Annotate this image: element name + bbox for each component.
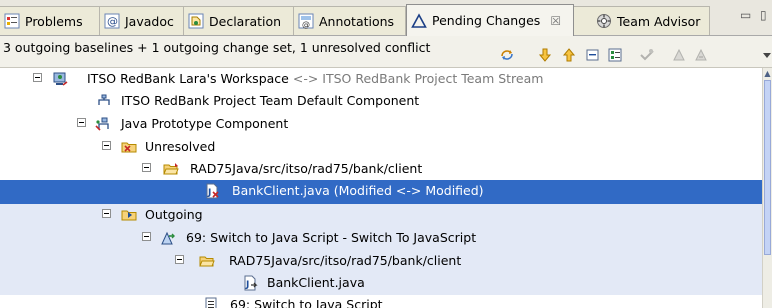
team-advisor-icon xyxy=(596,13,612,29)
deliver-icon xyxy=(673,48,685,61)
outgoing-label: Outgoing xyxy=(145,207,203,222)
collapse-all-icon xyxy=(586,49,599,61)
unresolved-folder-icon xyxy=(121,139,137,155)
resolve-button[interactable] xyxy=(692,46,710,64)
tab-problems[interactable]: Problems xyxy=(0,6,100,35)
change-set-icon xyxy=(160,230,176,246)
default-component-label: ITSO RedBank Project Team Default Compon… xyxy=(121,93,420,108)
unresolved-folder-path: RAD75Java/src/itso/rad75/bank/client xyxy=(190,161,423,176)
unresolved-label: Unresolved xyxy=(145,139,216,154)
collapse-down-icon xyxy=(538,48,552,62)
svg-text:@: @ xyxy=(302,20,310,29)
accept-icon xyxy=(640,49,654,61)
tree-row-outgoing-file[interactable]: J BankClient.java xyxy=(0,272,762,295)
tree-row-change-set[interactable]: 69: Switch to Java Script - Switch To Ja… xyxy=(0,227,762,250)
scrollbar-thumb[interactable] xyxy=(764,80,771,255)
outgoing-folder-path: RAD75Java/src/itso/rad75/bank/client xyxy=(229,253,462,268)
refresh-icon xyxy=(501,50,513,60)
expand-all-icon xyxy=(608,48,622,62)
tab-label: Pending Changes xyxy=(432,13,541,28)
maximize-view-button[interactable]: ▯ xyxy=(760,8,767,22)
svg-text:@: @ xyxy=(107,15,118,28)
tree-row-workspace[interactable]: ITSO RedBank Lara's Workspace <-> ITSO R… xyxy=(0,68,762,91)
minimize-view-button[interactable]: ▭ xyxy=(740,8,751,22)
outgoing-folder-icon xyxy=(121,207,137,223)
next-change-button[interactable] xyxy=(536,46,554,64)
annotations-icon: @ xyxy=(298,13,314,29)
workspace-icon xyxy=(52,71,68,87)
svg-text:J: J xyxy=(245,280,249,290)
collapse-all-button[interactable] xyxy=(584,46,602,64)
svg-text:J: J xyxy=(207,188,211,198)
tab-label: Declaration xyxy=(209,13,282,29)
tab-javadoc[interactable]: @ Javadoc xyxy=(100,6,184,35)
java-conflict-file-icon: J xyxy=(204,183,220,199)
collapse-up-icon xyxy=(562,48,576,62)
tree-row-outgoing-folder[interactable]: RAD75Java/src/itso/rad75/bank/client xyxy=(0,250,762,273)
open-folder-icon xyxy=(163,161,179,177)
accept-button[interactable] xyxy=(638,46,656,64)
deliver-button[interactable] xyxy=(670,46,688,64)
view-tab-bar: Problems @ Javadoc Declaration @ Annotat… xyxy=(0,0,772,36)
previous-change-button[interactable] xyxy=(560,46,578,64)
component-icon xyxy=(96,93,112,109)
view-toolbar: 3 outgoing baselines + 1 outgoing change… xyxy=(0,36,772,68)
change-set-label: 69: Switch to Java Script - Switch To Ja… xyxy=(186,230,477,245)
workspace-name: ITSO RedBank Lara's Workspace xyxy=(87,71,289,86)
collapse-toggle-icon[interactable] xyxy=(175,255,184,264)
scroll-up-arrow-icon[interactable]: ▲ xyxy=(763,68,772,79)
collapse-toggle-icon[interactable] xyxy=(33,73,42,82)
tree-row-unresolved-folder[interactable]: RAD75Java/src/itso/rad75/bank/client xyxy=(0,158,762,181)
collapse-toggle-icon[interactable] xyxy=(142,232,151,241)
tree-row-java-component[interactable]: Java Prototype Component xyxy=(0,113,762,136)
tab-label: Annotations xyxy=(319,13,395,29)
conflict-file-label: BankClient.java (Modified <-> Modified) xyxy=(232,183,484,198)
tab-team-advisor[interactable]: Team Advisor xyxy=(574,6,710,35)
java-component-label: Java Prototype Component xyxy=(121,116,289,131)
problems-icon xyxy=(4,13,20,29)
javadoc-icon: @ xyxy=(104,13,120,29)
pending-changes-summary: 3 outgoing baselines + 1 outgoing change… xyxy=(3,40,431,55)
vertical-scrollbar[interactable]: ▲ xyxy=(762,68,772,308)
baseline-label: 69: Switch to Java Script xyxy=(230,297,383,308)
refresh-button[interactable] xyxy=(498,46,516,64)
tab-pending-changes[interactable]: Pending Changes ☒ xyxy=(406,4,574,36)
pending-changes-icon xyxy=(411,12,427,29)
baseline-icon xyxy=(203,297,219,308)
collapse-toggle-icon[interactable] xyxy=(102,209,111,218)
collapse-toggle-icon[interactable] xyxy=(77,118,86,127)
collapse-toggle-icon[interactable] xyxy=(102,141,111,150)
tab-label: Javadoc xyxy=(125,13,174,29)
tab-annotations[interactable]: @ Annotations xyxy=(294,6,406,35)
open-folder-icon xyxy=(199,253,215,269)
resolve-icon xyxy=(695,48,707,61)
declaration-icon xyxy=(188,13,204,29)
java-file-outgoing-icon: J xyxy=(242,275,258,291)
expand-all-button[interactable] xyxy=(606,46,624,64)
tree-row-unresolved[interactable]: Unresolved xyxy=(0,136,762,159)
collapse-toggle-icon[interactable] xyxy=(142,163,151,172)
view-menu-button[interactable] xyxy=(758,46,772,64)
tab-declaration[interactable]: Declaration xyxy=(184,6,294,35)
pending-changes-tree: ITSO RedBank Lara's Workspace <-> ITSO R… xyxy=(0,68,762,308)
component-change-icon xyxy=(95,116,111,132)
menu-icon xyxy=(763,53,771,58)
close-tab-icon[interactable]: ☒ xyxy=(550,14,561,28)
tree-row-default-component[interactable]: ITSO RedBank Project Team Default Compon… xyxy=(0,90,762,113)
workspace-flow-target: <-> ITSO RedBank Project Team Stream xyxy=(292,71,544,86)
tree-row-outgoing[interactable]: Outgoing xyxy=(0,204,762,227)
tree-row-conflict-file[interactable]: J BankClient.java (Modified <-> Modified… xyxy=(0,180,762,204)
outgoing-file-label: BankClient.java xyxy=(267,275,365,290)
tree-row-baseline[interactable]: 69: Switch to Java Script xyxy=(0,294,762,308)
tab-label: Team Advisor xyxy=(617,13,701,29)
tab-label: Problems xyxy=(25,13,83,29)
